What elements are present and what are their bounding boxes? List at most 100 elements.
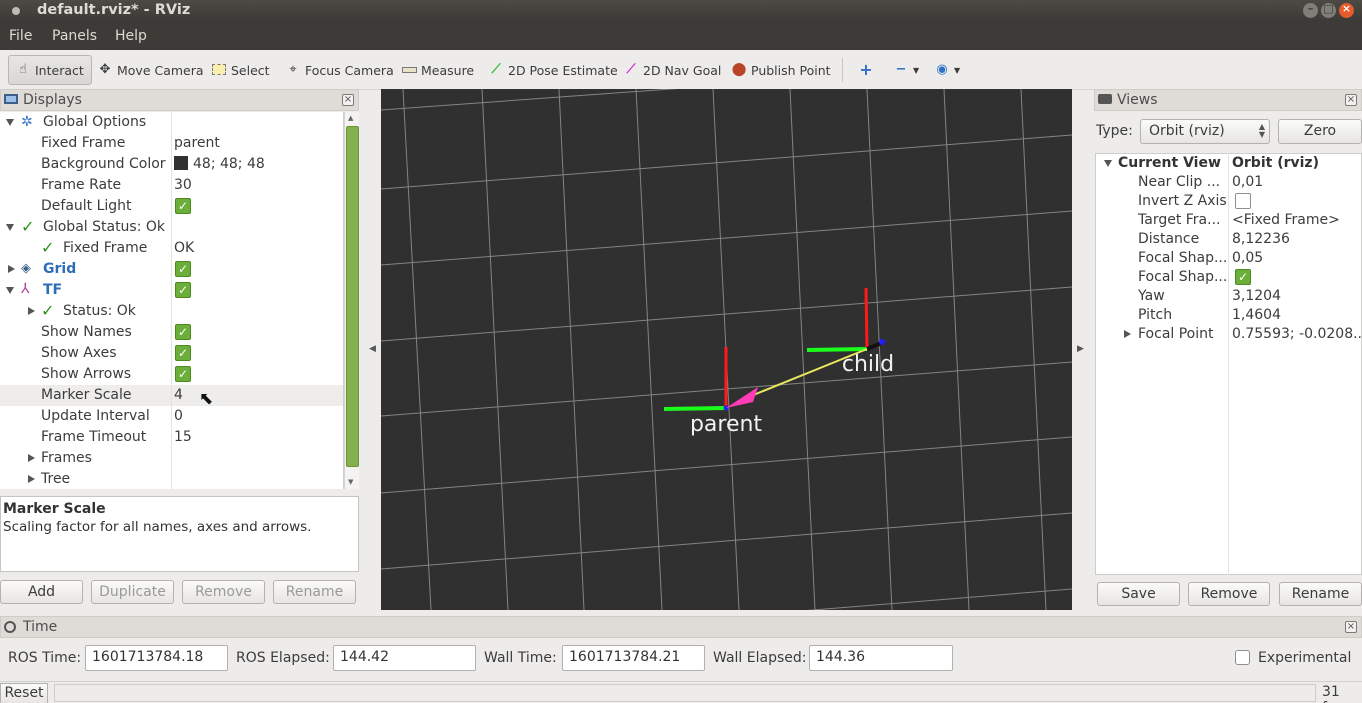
move-camera-tool-button[interactable]: ✥ Move Camera <box>97 59 204 81</box>
nav-goal-tool-button[interactable]: ⟋ 2D Nav Goal <box>623 59 721 81</box>
grid-enabled-checkbox[interactable]: ✓ <box>175 261 191 277</box>
view-prop-row[interactable]: Pitch 1,4604 <box>1096 306 1361 325</box>
view-prop-row[interactable]: Focal Shap... ✓ <box>1096 268 1361 287</box>
minimize-button[interactable]: – <box>1303 2 1318 18</box>
menu-help[interactable]: Help <box>115 28 147 44</box>
add-tool-button[interactable]: + <box>858 59 878 81</box>
experimental-checkbox[interactable] <box>1235 650 1250 665</box>
focal-shape-checkbox[interactable]: ✓ <box>1235 269 1251 285</box>
duplicate-display-button[interactable]: Duplicate <box>91 580 174 604</box>
current-view-row[interactable]: Current View Orbit (rviz) <box>1096 154 1361 173</box>
wall-time-field[interactable]: 1601713784.21 <box>562 645 705 671</box>
measure-tool-button[interactable]: Measure <box>401 59 474 81</box>
expand-arrow-icon[interactable] <box>1104 160 1112 167</box>
show-axes-checkbox[interactable]: ✓ <box>175 345 191 361</box>
tree-row-tree[interactable]: Tree <box>0 469 343 489</box>
color-swatch[interactable] <box>174 156 188 170</box>
tree-row-frame-rate[interactable]: Frame Rate 30 <box>0 175 343 196</box>
visibility-menu-button[interactable]: ◉ ▼ <box>934 59 960 81</box>
scrollbar-thumb[interactable] <box>346 126 359 467</box>
tree-row-update-interval[interactable]: Update Interval 0 <box>0 406 343 427</box>
tree-row-show-arrows[interactable]: Show Arrows ✓ <box>0 364 343 385</box>
maximize-button[interactable]: □ <box>1321 2 1336 18</box>
collapse-left-icon[interactable]: ◀ <box>369 344 376 354</box>
tree-row-global-status[interactable]: ✓ Global Status: Ok <box>0 217 343 238</box>
views-panel-title: Views <box>1117 92 1158 108</box>
hand-pointer-icon: ☝ <box>19 62 27 77</box>
view-prop-row[interactable]: Target Fra... <Fixed Frame> <box>1096 211 1361 230</box>
tree-row-background-color[interactable]: Background Color 48; 48; 48 <box>0 154 343 175</box>
tree-row-tf-status[interactable]: ✓ Status: Ok <box>0 301 343 322</box>
invert-z-checkbox[interactable] <box>1235 193 1251 209</box>
expand-arrow-icon[interactable] <box>6 287 14 294</box>
view-prop-row[interactable]: Distance 8,12236 <box>1096 230 1361 249</box>
scroll-up-icon[interactable]: ▲ <box>348 114 353 122</box>
tree-row-frame-timeout[interactable]: Frame Timeout 15 <box>0 427 343 448</box>
tree-row-tf[interactable]: ⅄ TF ✓ <box>0 280 343 301</box>
reset-button[interactable]: Reset <box>0 683 48 703</box>
tree-row-grid[interactable]: ◈ Grid ✓ <box>0 259 343 280</box>
eye-icon: ◉ <box>936 62 948 77</box>
default-light-checkbox[interactable]: ✓ <box>175 198 191 214</box>
map-pin-icon: ⬤ <box>731 62 747 77</box>
close-panel-icon[interactable]: × <box>1345 94 1357 106</box>
close-window-button[interactable]: × <box>1339 2 1354 18</box>
camera-icon <box>1098 94 1112 106</box>
show-names-checkbox[interactable]: ✓ <box>175 324 191 340</box>
displays-scrollbar[interactable]: ▲ ▼ <box>344 112 359 489</box>
view-prop-row[interactable]: Yaw 3,1204 <box>1096 287 1361 306</box>
collapse-arrow-icon[interactable] <box>8 265 15 273</box>
ros-elapsed-field[interactable]: 144.42 <box>333 645 476 671</box>
menu-file[interactable]: File <box>9 28 32 44</box>
expand-arrow-icon[interactable] <box>6 119 14 126</box>
view-prop-row[interactable]: Focal Point 0.75593; -0.0208... <box>1096 325 1361 344</box>
tree-row-status-fixed-frame[interactable]: ✓ Fixed Frame OK <box>0 238 343 259</box>
menu-panels[interactable]: Panels <box>52 28 97 44</box>
remove-tool-menu-button[interactable]: − ▼ <box>893 59 920 81</box>
tree-row-global-options[interactable]: ✲ Global Options <box>0 112 343 133</box>
view-prop-row[interactable]: Near Clip ... 0,01 <box>1096 173 1361 192</box>
collapse-arrow-icon[interactable] <box>28 307 35 315</box>
remove-view-button[interactable]: Remove <box>1188 582 1270 606</box>
tf-enabled-checkbox[interactable]: ✓ <box>175 282 191 298</box>
tree-row-marker-scale[interactable]: Marker Scale 4 ⬉ <box>0 385 343 409</box>
focus-camera-tool-button[interactable]: ⌖ Focus Camera <box>285 59 393 81</box>
close-panel-icon[interactable]: × <box>1345 621 1357 633</box>
interact-tool-button[interactable]: ☝ Interact <box>8 55 92 85</box>
wall-time-label: Wall Time: <box>484 650 557 666</box>
expand-arrow-icon[interactable] <box>6 224 14 231</box>
tree-row-default-light[interactable]: Default Light ✓ <box>0 196 343 217</box>
publish-point-tool-button[interactable]: ⬤ Publish Point <box>731 59 831 81</box>
select-tool-button[interactable]: Select <box>211 59 270 81</box>
show-arrows-checkbox[interactable]: ✓ <box>175 366 191 382</box>
collapse-arrow-icon[interactable] <box>28 475 35 483</box>
add-display-button[interactable]: Add <box>0 580 83 604</box>
collapse-arrow-icon[interactable] <box>28 454 35 462</box>
app-menu-icon[interactable] <box>12 7 20 15</box>
pose-estimate-tool-button[interactable]: ⟋ 2D Pose Estimate <box>488 59 617 81</box>
spin-arrows-icon: ▲ ▼ <box>1258 122 1265 139</box>
view-prop-row[interactable]: Focal Shap... 0,05 <box>1096 249 1361 268</box>
menu-bar: File Panels Help <box>0 22 1362 50</box>
close-panel-icon[interactable]: × <box>342 94 354 106</box>
remove-display-button[interactable]: Remove <box>182 580 265 604</box>
ros-elapsed-label: ROS Elapsed: <box>236 650 330 666</box>
zero-view-button[interactable]: Zero <box>1278 119 1362 144</box>
scroll-down-icon[interactable]: ▼ <box>348 478 353 486</box>
tree-row-frames[interactable]: Frames <box>0 448 343 469</box>
ros-time-field[interactable]: 1601713784.18 <box>85 645 228 671</box>
frame-label-parent: parent <box>690 412 762 437</box>
view-type-select[interactable]: Orbit (rviz) ▲ ▼ <box>1140 119 1270 144</box>
rename-view-button[interactable]: Rename <box>1279 582 1362 606</box>
3d-render-view[interactable]: parent child <box>381 89 1072 610</box>
collapse-arrow-icon[interactable] <box>1124 330 1131 338</box>
rename-display-button[interactable]: Rename <box>273 580 356 604</box>
tree-row-show-axes[interactable]: Show Axes ✓ <box>0 343 343 364</box>
chevron-down-icon: ▼ <box>913 65 920 75</box>
view-prop-row[interactable]: Invert Z Axis <box>1096 192 1361 211</box>
wall-elapsed-field[interactable]: 144.36 <box>809 645 953 671</box>
collapse-right-icon[interactable]: ▶ <box>1077 344 1084 354</box>
tree-row-fixed-frame[interactable]: Fixed Frame parent <box>0 133 343 154</box>
tree-row-show-names[interactable]: Show Names ✓ <box>0 322 343 343</box>
save-view-button[interactable]: Save <box>1097 582 1180 606</box>
